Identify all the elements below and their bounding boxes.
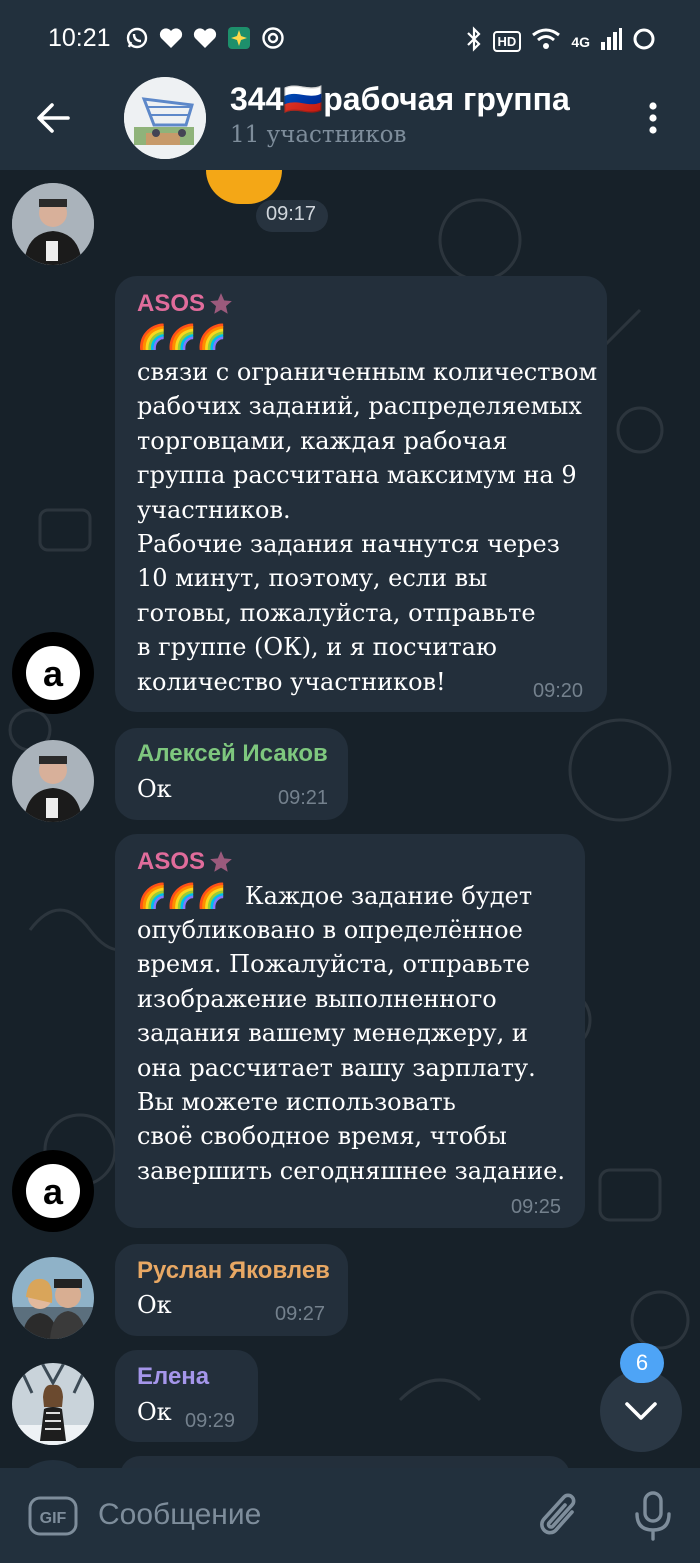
group-avatar[interactable] (124, 77, 206, 159)
unread-badge[interactable]: 6 (620, 1343, 664, 1383)
bluetooth-icon (465, 26, 483, 57)
message-time: 09:20 (533, 680, 584, 702)
message-input[interactable] (98, 1495, 498, 1535)
message-text: Ок (137, 1398, 172, 1426)
svg-text:GIF: GIF (40, 1510, 67, 1527)
svg-text:a: a (43, 1171, 64, 1212)
paperclip-icon[interactable] (536, 1490, 584, 1542)
message-text: связи с ограниченным количеством рабочих… (137, 358, 598, 696)
message-list[interactable]: 09:17 ASOS 🌈🌈🌈 связи с ограниченным коли… (0, 170, 700, 1468)
system-icons: HD 4G (465, 26, 656, 57)
heart-icon (159, 27, 183, 53)
message-time: 09:17 (266, 203, 317, 225)
sender-name[interactable]: Алексей Исаков (137, 740, 328, 768)
wifi-icon (531, 27, 561, 56)
avatar[interactable]: a (12, 632, 94, 714)
microphone-icon[interactable] (632, 1490, 674, 1542)
chevron-down-icon (625, 1402, 657, 1420)
avatar[interactable] (12, 1363, 94, 1445)
star-icon (208, 849, 234, 879)
avatar[interactable] (12, 1257, 94, 1339)
avatar[interactable] (12, 740, 94, 822)
message-time: 09:27 (275, 1303, 326, 1325)
hd-icon: HD (492, 31, 522, 52)
more-vertical-icon[interactable] (640, 100, 666, 136)
signal-icon (600, 28, 622, 55)
message-time: 09:29 (185, 1410, 236, 1432)
message-emoji: 🌈🌈🌈 (137, 882, 227, 910)
app-icon (227, 26, 251, 54)
gif-icon[interactable]: GIF (28, 1496, 78, 1536)
notification-icons (125, 26, 285, 54)
avatar[interactable]: a (12, 1150, 94, 1232)
message-time: 09:21 (278, 787, 329, 809)
heart-icon (193, 27, 217, 53)
whatsapp-icon (125, 26, 149, 54)
star-icon (208, 291, 234, 321)
sender-name[interactable]: Руслан Яковлев (137, 1257, 330, 1285)
chat-title[interactable]: 344🇷🇺рабочая группа (230, 80, 570, 118)
at-sign-icon (261, 26, 285, 54)
message-text: Каждое задание будет (245, 882, 533, 910)
member-count: 11 участников (230, 122, 407, 148)
svg-text:a: a (43, 653, 64, 694)
network-type: 4G (571, 33, 590, 50)
status-time: 10:21 (48, 24, 111, 52)
message-text: опубликовано в определённое время. Пожал… (137, 916, 565, 1185)
message-bubble[interactable] (120, 1456, 570, 1468)
message-text: Ок (137, 1291, 172, 1319)
back-arrow-icon[interactable] (36, 100, 72, 136)
sender-name[interactable]: Елена (137, 1363, 209, 1391)
sender-name[interactable]: ASOS (137, 290, 205, 318)
sender-name[interactable]: ASOS (137, 848, 205, 876)
message-text: Ок (137, 775, 172, 803)
avatar[interactable] (12, 183, 94, 265)
message-emoji: 🌈🌈🌈 (137, 323, 227, 351)
message-time: 09:25 (511, 1196, 562, 1218)
battery-icon (632, 27, 656, 56)
